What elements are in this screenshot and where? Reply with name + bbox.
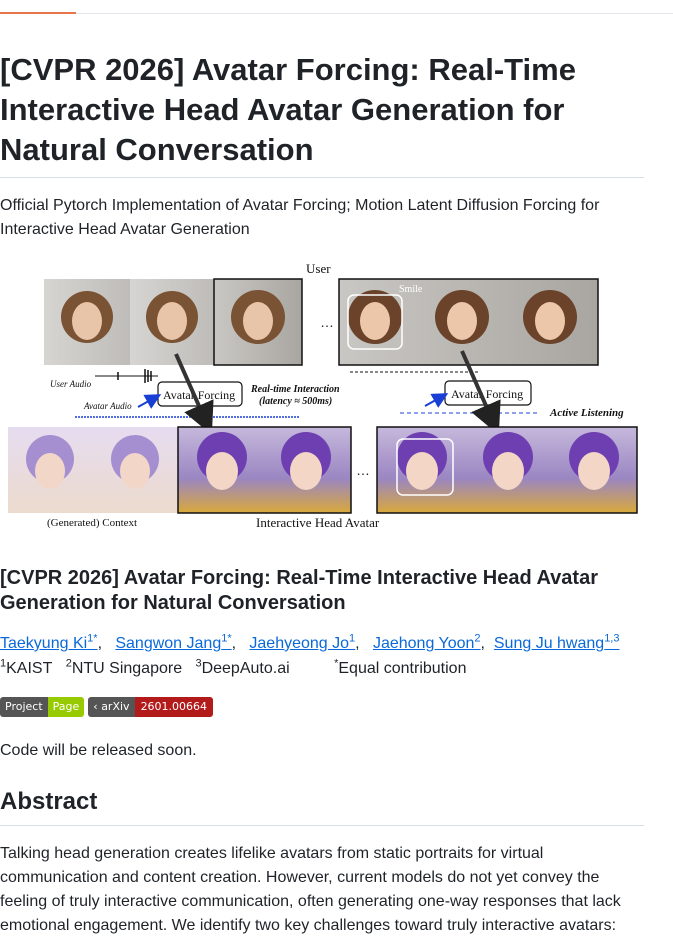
- teaser-figure: … User Smile User Audio Avatar Audio Ava…: [8, 261, 638, 530]
- svg-text:Avatar Forcing: Avatar Forcing: [451, 387, 523, 401]
- page-title: [CVPR 2026] Avatar Forcing: Real-Time In…: [0, 52, 576, 167]
- user-video-frames-right: [338, 278, 599, 366]
- fig-smile-label: Smile: [399, 284, 423, 295]
- header-divider: [0, 13, 673, 14]
- title-divider: [0, 177, 644, 178]
- author-link[interactable]: Sung Ju hwang1,3: [494, 633, 620, 652]
- fig-realtime-label: Real-time Interaction: [250, 384, 340, 395]
- author-link[interactable]: Sangwon Jang1*: [115, 633, 231, 652]
- user-audio-waveform: [95, 369, 480, 383]
- arxiv-logo-icon: ‹: [93, 700, 98, 713]
- fig-head-avatar-label: Interactive Head Avatar: [256, 515, 380, 530]
- ellipsis-top: …: [320, 314, 334, 330]
- paper-title: [CVPR 2026] Avatar Forcing: Real-Time In…: [0, 567, 598, 614]
- author-link[interactable]: Jaehong Yoon2: [373, 633, 481, 652]
- badge-row: Project Page ‹ arXiv 2601.00664: [0, 697, 214, 717]
- arxiv-badge[interactable]: ‹ arXiv 2601.00664: [88, 697, 214, 717]
- repo-description: Official Pytorch Implementation of Avata…: [0, 197, 600, 238]
- abstract-text: Talking head generation creates lifelike…: [0, 845, 621, 934]
- svg-text:Avatar Forcing: Avatar Forcing: [163, 388, 235, 402]
- abstract-divider: [0, 825, 644, 826]
- release-note: Code will be released soon.: [0, 742, 197, 759]
- fig-user-audio: User Audio: [50, 379, 92, 389]
- project-page-badge[interactable]: Project Page: [0, 697, 85, 717]
- avatar-forcing-box-left: Avatar Forcing: [157, 381, 243, 407]
- abstract-heading: Abstract: [0, 788, 98, 815]
- avatar-context-frames: [8, 427, 178, 513]
- fig-latency-label: (latency ≈ 500ms): [259, 396, 332, 407]
- avatar-audio-waveform: [75, 412, 540, 418]
- fig-user-label: User: [306, 261, 331, 276]
- author-link[interactable]: Taekyung Ki1*: [0, 633, 98, 652]
- avatar-forcing-box-right: Avatar Forcing: [444, 380, 532, 406]
- avatar-generated-frames-right: [376, 426, 638, 514]
- avatar-generated-frames-left: [177, 426, 352, 514]
- fig-active-listening: Active Listening: [549, 407, 624, 419]
- user-video-frames-left: [44, 278, 303, 366]
- author-link[interactable]: Jaehyeong Jo1: [249, 633, 355, 652]
- author-list: Taekyung Ki1*, Sangwon Jang1*, Jaehyeong…: [0, 632, 620, 652]
- active-tab-indicator: [0, 12, 76, 14]
- ellipsis-bottom: …: [356, 462, 370, 478]
- fig-avatar-audio: Avatar Audio: [83, 401, 132, 411]
- fig-context-label: (Generated) Context: [47, 517, 137, 529]
- affiliation-list: 1KAIST 2NTU Singapore 3DeepAuto.ai *Equa…: [0, 657, 467, 677]
